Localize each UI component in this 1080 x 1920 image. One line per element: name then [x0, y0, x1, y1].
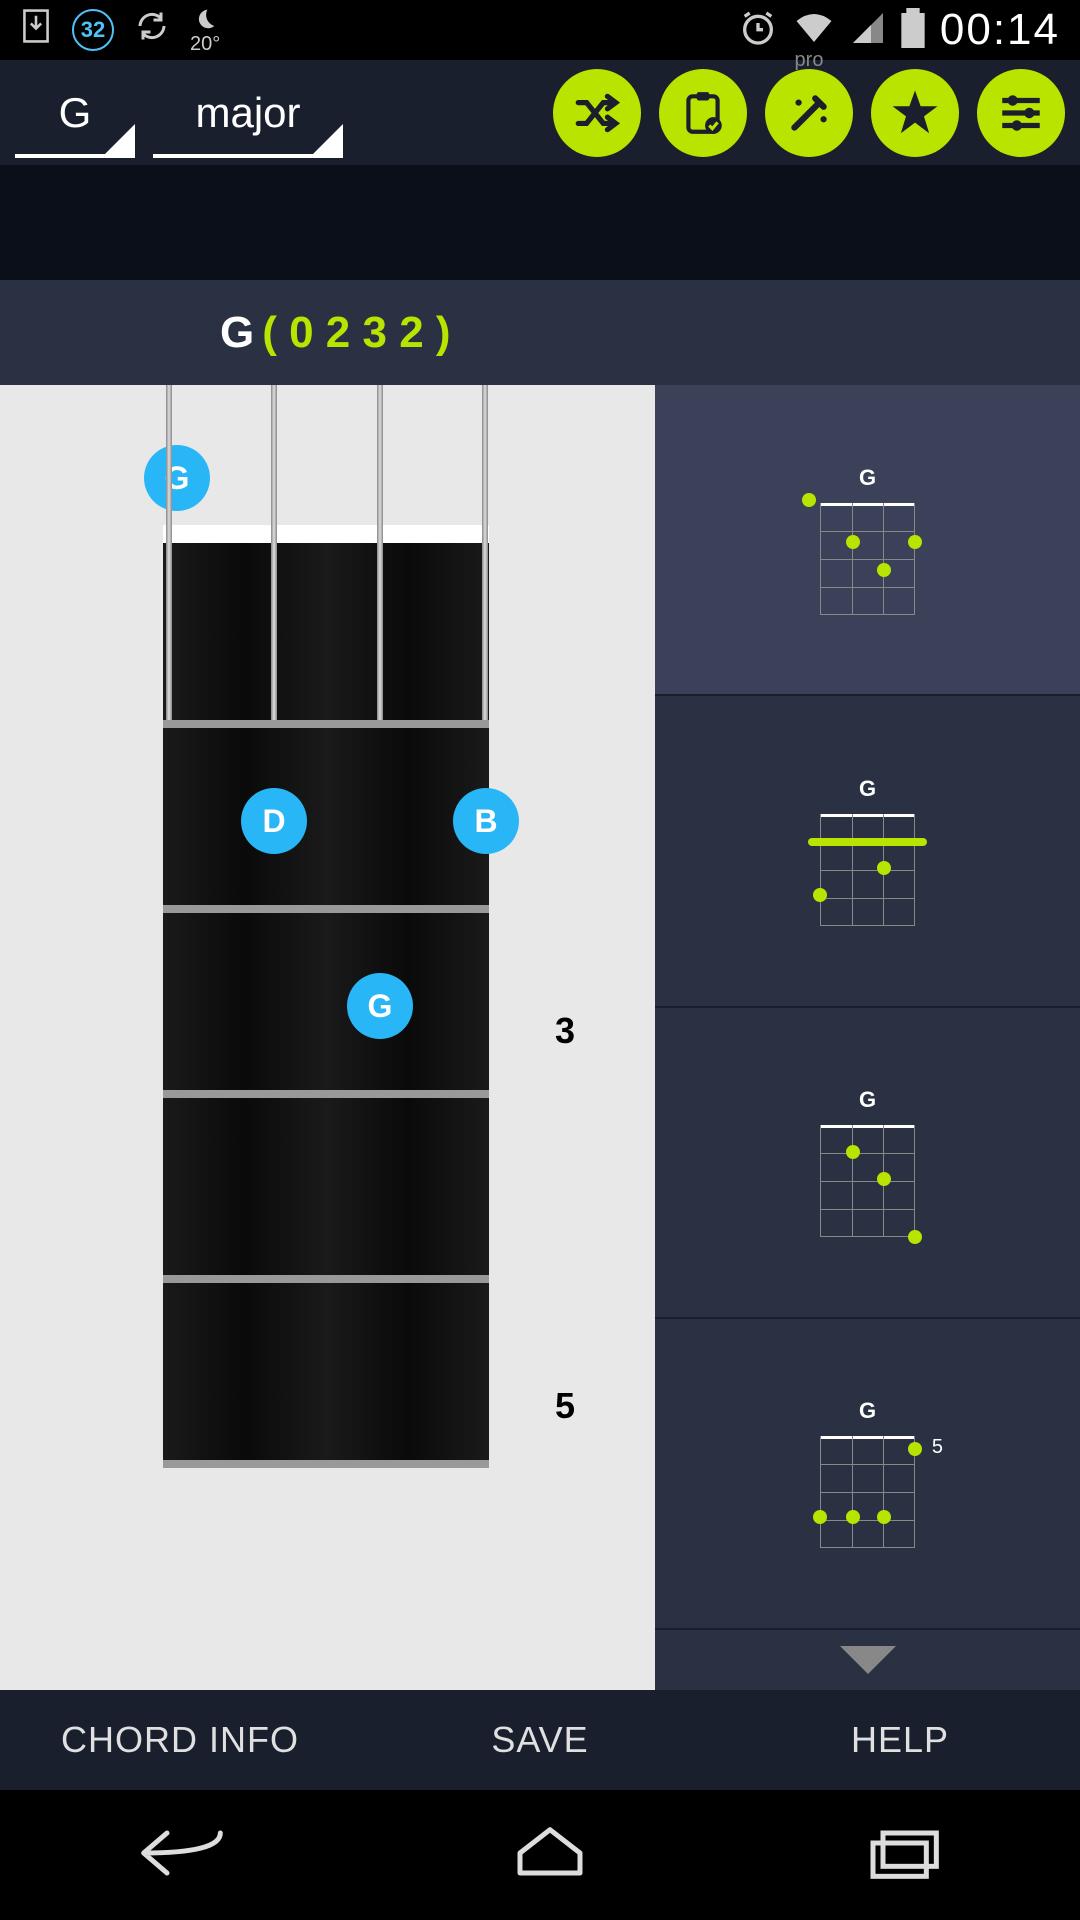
- chord-root-label: G: [220, 308, 254, 358]
- weather-icon: 20°: [190, 5, 220, 56]
- spacer: [0, 165, 1080, 280]
- circled-number-icon: 32: [72, 9, 114, 51]
- chord-fingering-label: ( 0 2 3 2 ): [262, 308, 450, 358]
- chord-variation[interactable]: G 5: [655, 1319, 1080, 1630]
- chord-variation[interactable]: G: [655, 1008, 1080, 1319]
- finger-position: B: [453, 788, 519, 854]
- finger-position: G: [347, 973, 413, 1039]
- app-toolbar: G major pro: [0, 60, 1080, 165]
- recent-apps-button[interactable]: [863, 1823, 943, 1888]
- battery-icon: [901, 8, 925, 53]
- favorite-button[interactable]: [871, 69, 959, 157]
- chord-info-button[interactable]: CHORD INFO: [0, 1690, 360, 1790]
- magic-wand-button[interactable]: [765, 69, 853, 157]
- finger-position: D: [241, 788, 307, 854]
- download-icon: [20, 8, 52, 52]
- chord-variation[interactable]: G: [655, 696, 1080, 1007]
- root-note-selector[interactable]: G: [15, 68, 135, 158]
- sync-icon: [134, 8, 170, 52]
- fretboard-panel[interactable]: G D B G 3 5: [0, 385, 655, 1690]
- chevron-down-icon: [840, 1646, 896, 1674]
- pro-badge: pro: [795, 49, 824, 72]
- chord-type-selector[interactable]: major: [153, 68, 343, 158]
- home-button[interactable]: [510, 1823, 590, 1888]
- settings-button[interactable]: [977, 69, 1065, 157]
- fretboard: D B G: [163, 525, 489, 1468]
- main-content: G D B G 3 5: [0, 385, 1080, 1690]
- android-nav-bar: [0, 1790, 1080, 1920]
- chord-variation[interactable]: G: [655, 385, 1080, 696]
- fret-number: 3: [555, 1010, 575, 1052]
- chord-variations-panel: G G: [655, 385, 1080, 1690]
- clock-text: 00:14: [940, 5, 1060, 55]
- android-status-bar: 32 20° 00:14: [0, 0, 1080, 60]
- open-note-marker: G: [144, 445, 210, 511]
- checklist-button[interactable]: [659, 69, 747, 157]
- wifi-icon: [793, 10, 835, 51]
- chord-name-display: G ( 0 2 3 2 ): [0, 280, 1080, 385]
- fret-number: 5: [555, 1385, 575, 1427]
- help-button[interactable]: HELP: [720, 1690, 1080, 1790]
- bottom-action-bar: CHORD INFO SAVE HELP: [0, 1690, 1080, 1790]
- alarm-icon: [738, 8, 778, 53]
- back-button[interactable]: [137, 1823, 237, 1888]
- signal-icon: [850, 10, 886, 51]
- scroll-down-button[interactable]: [655, 1630, 1080, 1690]
- save-button[interactable]: SAVE: [360, 1690, 720, 1790]
- shuffle-button[interactable]: [553, 69, 641, 157]
